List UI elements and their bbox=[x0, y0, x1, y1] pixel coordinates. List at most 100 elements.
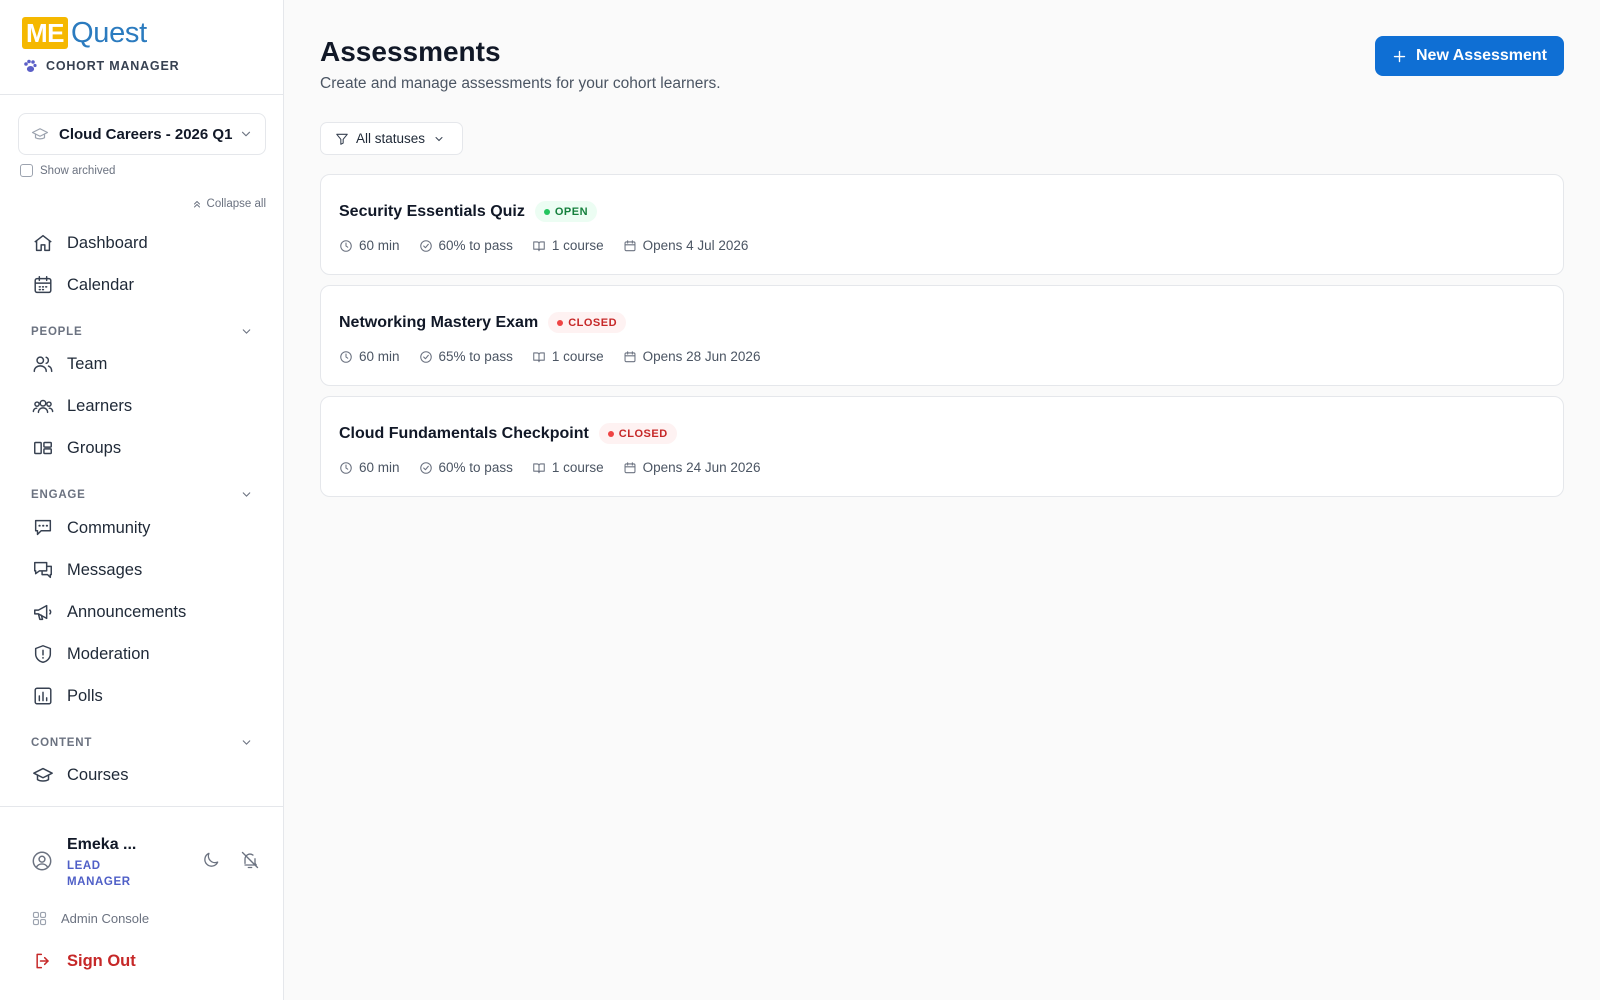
cohort-select[interactable]: Cloud Careers - 2026 Q1 bbox=[18, 113, 266, 155]
assessment-card[interactable]: Security Essentials Quiz OPEN 60 min 60%… bbox=[320, 174, 1564, 275]
course-count-text: 1 course bbox=[551, 349, 604, 364]
calendar-icon bbox=[32, 274, 54, 296]
sidebar-item-label: Courses bbox=[67, 765, 129, 784]
open-date-text: Opens 24 Jun 2026 bbox=[642, 460, 761, 475]
status-filter-label: All statuses bbox=[356, 131, 426, 146]
user-role-line: MANAGER bbox=[67, 876, 131, 888]
community-icon bbox=[32, 517, 54, 539]
paw-icon bbox=[24, 59, 37, 72]
sidebar: ME Quest COHORT MANAGER Cloud Careers - … bbox=[0, 0, 284, 1000]
user-name: Emeka ... bbox=[67, 836, 137, 853]
calendar-icon bbox=[624, 239, 636, 251]
book-icon bbox=[533, 462, 545, 473]
duration-text: 60 min bbox=[359, 349, 400, 364]
sidebar-item-label: Community bbox=[67, 518, 151, 537]
messages-icon bbox=[32, 559, 54, 581]
assessment-title: Cloud Fundamentals Checkpoint bbox=[339, 424, 589, 442]
assessment-meta: 60 min 65% to pass 1 course Opens 28 Jun… bbox=[339, 349, 779, 364]
show-archived-checkbox[interactable]: Show archived bbox=[20, 164, 115, 177]
check-circle-icon bbox=[419, 239, 432, 252]
user-profile: Emeka ... LEAD MANAGER bbox=[31, 834, 271, 890]
user-group-icon bbox=[32, 395, 54, 417]
logout-icon bbox=[36, 953, 49, 969]
pass-mark-text: 65% to pass bbox=[438, 349, 513, 364]
admin-console-link[interactable]: Admin Console bbox=[31, 910, 149, 927]
pass-mark: 65% to pass bbox=[419, 349, 513, 364]
open-date-text: Opens 4 Jul 2026 bbox=[642, 238, 749, 253]
course-count: 1 course bbox=[532, 238, 604, 253]
sign-out-button[interactable]: Sign Out bbox=[33, 951, 136, 971]
user-role-line: LEAD bbox=[67, 860, 101, 872]
status-dot bbox=[557, 319, 564, 326]
section-content-toggle[interactable]: CONTENT bbox=[31, 736, 253, 749]
plus-icon bbox=[1393, 50, 1406, 62]
logo-quest: Quest bbox=[71, 16, 147, 49]
status-badge: CLOSED bbox=[548, 312, 627, 333]
calendar-icon bbox=[624, 461, 636, 473]
sidebar-item-label: Announcements bbox=[67, 602, 187, 621]
status-filter[interactable]: All statuses bbox=[320, 122, 463, 155]
checkbox-box[interactable] bbox=[20, 164, 33, 177]
moon-icon[interactable] bbox=[201, 850, 221, 870]
sidebar-item-calendar[interactable]: Calendar bbox=[20, 267, 260, 303]
course-count-text: 1 course bbox=[551, 238, 604, 253]
course-count: 1 course bbox=[532, 460, 604, 475]
sidebar-item-groups[interactable]: Groups bbox=[20, 430, 260, 466]
sidebar-item-team[interactable]: Team bbox=[20, 346, 260, 382]
duration-text: 60 min bbox=[359, 460, 400, 475]
section-people-toggle[interactable]: PEOPLE bbox=[31, 325, 253, 338]
new-assessment-button[interactable]: New Assessment bbox=[1375, 36, 1564, 76]
assessment-card[interactable]: Networking Mastery Exam CLOSED 60 min 65… bbox=[320, 285, 1564, 386]
assessment-card[interactable]: Cloud Fundamentals Checkpoint CLOSED 60 … bbox=[320, 396, 1564, 497]
brand: ME Quest COHORT MANAGER bbox=[22, 16, 179, 74]
bell-off-icon[interactable] bbox=[240, 850, 260, 870]
check-circle-icon bbox=[419, 461, 432, 474]
graduation-cap-icon bbox=[32, 764, 54, 786]
open-date: Opens 4 Jul 2026 bbox=[623, 238, 749, 253]
sidebar-item-moderation[interactable]: Moderation bbox=[20, 636, 260, 672]
open-date: Opens 24 Jun 2026 bbox=[623, 460, 761, 475]
sidebar-item-label: Groups bbox=[67, 438, 122, 457]
sidebar-item-polls[interactable]: Polls bbox=[20, 678, 260, 714]
duration: 60 min bbox=[339, 460, 400, 475]
sidebar-item-label: Learners bbox=[67, 396, 133, 415]
course-count-text: 1 course bbox=[551, 460, 604, 475]
sidebar-item-courses[interactable]: Courses bbox=[20, 757, 260, 793]
collapse-all-button[interactable]: Collapse all bbox=[191, 198, 266, 210]
check-circle-icon bbox=[419, 350, 432, 363]
status-text: CLOSED bbox=[618, 427, 668, 440]
chevron-down-icon bbox=[242, 740, 251, 745]
status-dot bbox=[607, 430, 614, 437]
sidebar-item-label: Team bbox=[67, 354, 108, 373]
sidebar-item-label: Dashboard bbox=[67, 233, 148, 252]
book-icon bbox=[533, 240, 545, 251]
logo[interactable]: ME Quest bbox=[22, 16, 179, 50]
megaphone-icon bbox=[32, 601, 54, 623]
pass-mark: 60% to pass bbox=[419, 238, 513, 253]
logo-me: ME bbox=[22, 17, 68, 49]
sidebar-item-learners[interactable]: Learners bbox=[20, 388, 260, 424]
graduation-cap-icon bbox=[31, 128, 49, 140]
pass-mark-text: 60% to pass bbox=[438, 460, 513, 475]
status-dot bbox=[543, 208, 550, 215]
avatar-icon[interactable] bbox=[31, 850, 53, 872]
assessment-title-row: Cloud Fundamentals Checkpoint CLOSED bbox=[339, 423, 677, 444]
section-title: CONTENT bbox=[31, 736, 93, 749]
admin-console-label: Admin Console bbox=[61, 911, 150, 926]
sidebar-item-community[interactable]: Community bbox=[20, 510, 260, 546]
sidebar-item-announcements[interactable]: Announcements bbox=[20, 594, 260, 630]
assessment-meta: 60 min 60% to pass 1 course Opens 24 Jun… bbox=[339, 460, 779, 475]
poll-icon bbox=[32, 685, 54, 707]
brand-subtitle: COHORT MANAGER bbox=[22, 58, 179, 74]
grid-icon bbox=[32, 911, 47, 926]
status-text: CLOSED bbox=[568, 316, 618, 329]
sidebar-item-messages[interactable]: Messages bbox=[20, 552, 260, 588]
clock-icon bbox=[340, 350, 352, 363]
sidebar-divider bbox=[0, 806, 283, 807]
section-engage-toggle[interactable]: ENGAGE bbox=[31, 488, 253, 501]
book-icon bbox=[533, 351, 545, 362]
sidebar-item-dashboard[interactable]: Dashboard bbox=[20, 225, 260, 261]
status-badge: CLOSED bbox=[598, 423, 677, 444]
chevron-down-icon bbox=[242, 492, 251, 497]
groups-icon bbox=[32, 437, 54, 459]
